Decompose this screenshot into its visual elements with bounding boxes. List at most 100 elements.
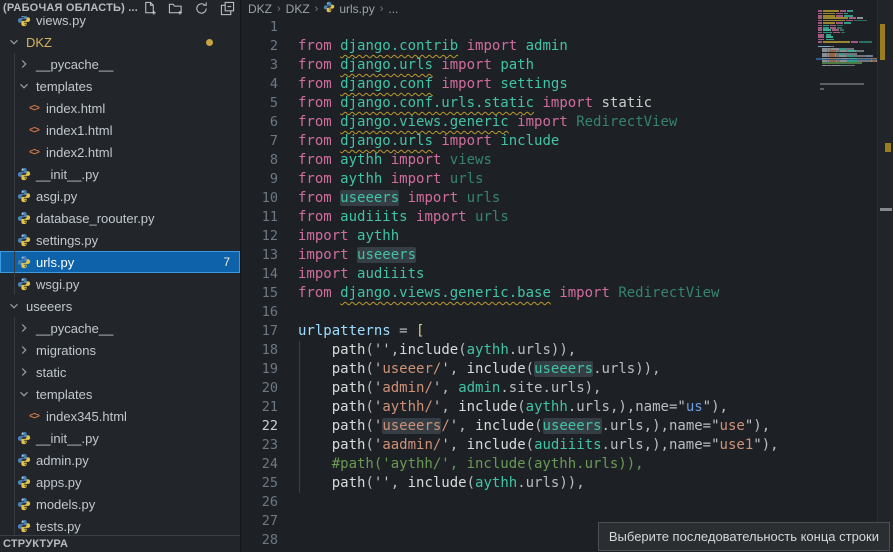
tree-item--init-py[interactable]: __init__.py — [0, 427, 240, 449]
problems-badge: 7 — [223, 255, 230, 269]
code-line-17[interactable]: 17urlpatterns = [ — [241, 322, 819, 341]
tree-item--pycache-[interactable]: __pycache__ — [0, 317, 240, 339]
code-line-7[interactable]: 7from django.urls import include — [241, 132, 819, 151]
tree-item-settings-py[interactable]: settings.py — [0, 229, 240, 251]
code-line-9[interactable]: 9from aythh import urls — [241, 170, 819, 189]
code-line-15[interactable]: 15from django.views.generic.base import … — [241, 284, 819, 303]
code-line-12[interactable]: 12import aythh — [241, 227, 819, 246]
line-number: 15 — [241, 285, 298, 301]
tree-item-templates[interactable]: templates — [0, 75, 240, 97]
python-file-icon — [16, 189, 32, 203]
editor-pane: DKZ›DKZ› urls.py›... 12from django.contr… — [241, 0, 893, 552]
tree-item-wsgi-py[interactable]: wsgi.py — [0, 273, 240, 295]
code-line-26[interactable]: 26 — [241, 493, 819, 512]
scrollbar-overview-ruler[interactable] — [877, 0, 893, 552]
tree-item-index2-html[interactable]: <>index2.html — [0, 141, 240, 163]
minimap-line-mark — [844, 22, 852, 24]
tree-item-tests-py[interactable]: tests.py — [0, 515, 240, 537]
new-folder-icon[interactable] — [166, 0, 184, 16]
code-line-4[interactable]: 4from django.conf import settings — [241, 75, 819, 94]
line-number: 20 — [241, 380, 298, 396]
minimap-line-mark — [851, 41, 857, 43]
tree-item-label: admin.py — [36, 453, 89, 468]
tree-item--init-py[interactable]: __init__.py — [0, 163, 240, 185]
code-line-11[interactable]: 11from audiiits import urls — [241, 208, 819, 227]
code-line-1[interactable]: 1 — [241, 18, 819, 37]
line-number: 27 — [241, 513, 298, 529]
tree-item-label: useeers — [26, 299, 72, 314]
tree-item-models-py[interactable]: models.py — [0, 493, 240, 515]
tree-item-useeers[interactable]: useeers — [0, 295, 240, 317]
breadcrumb-item-dkz[interactable]: DKZ — [286, 2, 310, 16]
tree-item-migrations[interactable]: migrations — [0, 339, 240, 361]
breadcrumb-item-dkz[interactable]: DKZ — [248, 2, 272, 16]
tree-item-index345-html[interactable]: <>index345.html — [0, 405, 240, 427]
code-line-20[interactable]: 20 path('admin/', admin.site.urls), — [241, 379, 819, 398]
python-file-icon — [16, 475, 32, 489]
tree-item-templates[interactable]: templates — [0, 383, 240, 405]
tree-item-dkz[interactable]: DKZ — [0, 31, 240, 53]
indent-guide — [299, 341, 300, 493]
code-line-22[interactable]: 22 path('useeers/', include(useeers.urls… — [241, 417, 819, 436]
tree-item-admin-py[interactable]: admin.py — [0, 449, 240, 471]
html-file-icon: <> — [26, 411, 42, 422]
line-number: 26 — [241, 494, 298, 510]
code-line-text: from aythh import views — [298, 152, 492, 168]
breadcrumb-item--[interactable]: ... — [388, 2, 398, 16]
python-file-icon — [16, 431, 32, 445]
code-line-19[interactable]: 19 path('useeer/', include(useeers.urls)… — [241, 360, 819, 379]
collapse-all-icon[interactable] — [218, 0, 236, 16]
new-file-icon[interactable] — [140, 0, 158, 16]
line-number: 28 — [241, 532, 298, 548]
tree-item-index1-html[interactable]: <>index1.html — [0, 119, 240, 141]
minimap[interactable] — [816, 0, 878, 552]
outline-title: СТРУКТУРА — [0, 538, 68, 550]
line-number: 24 — [241, 456, 298, 472]
minimap-line-mark — [818, 41, 822, 43]
code-line-10[interactable]: 10from useeers import urls — [241, 189, 819, 208]
code-line-8[interactable]: 8from aythh import views — [241, 151, 819, 170]
code-area[interactable]: 12from django.contrib import admin3from … — [241, 18, 819, 550]
tree-item-asgi-py[interactable]: asgi.py — [0, 185, 240, 207]
code-line-16[interactable]: 16 — [241, 303, 819, 322]
python-file-icon — [16, 167, 32, 181]
code-line-text: path('useeer/', include(useeers.urls)), — [298, 361, 661, 377]
line-number: 16 — [241, 304, 298, 320]
code-line-14[interactable]: 14import audiiits — [241, 265, 819, 284]
tree-item--pycache-[interactable]: __pycache__ — [0, 53, 240, 75]
code-line-23[interactable]: 23 path('aadmin/', include(audiiits.urls… — [241, 436, 819, 455]
code-line-24[interactable]: 24 #path('aythh/', include(aythh.urls)), — [241, 455, 819, 474]
tree-item-urls-py[interactable]: urls.py7 — [0, 251, 240, 273]
python-file-icon — [16, 233, 32, 247]
code-line-5[interactable]: 5from django.conf.urls.static import sta… — [241, 94, 819, 113]
tree-item-database-roouter-py[interactable]: database_roouter.py — [0, 207, 240, 229]
tree-item-label: DKZ — [26, 35, 52, 50]
line-number: 9 — [241, 171, 298, 187]
tree-item-label: apps.py — [36, 475, 82, 490]
scroll-mark-icon — [880, 208, 892, 211]
tree-item-apps-py[interactable]: apps.py — [0, 471, 240, 493]
code-line-25[interactable]: 25 path('', include(aythh.urls)), — [241, 474, 819, 493]
tree-item-static[interactable]: static — [0, 361, 240, 383]
tree-item-label: tests.py — [36, 519, 81, 534]
line-number: 10 — [241, 190, 298, 206]
warning-band-icon — [880, 24, 885, 60]
python-file-icon — [16, 277, 32, 291]
code-line-21[interactable]: 21 path('aythh/', include(aythh.urls,),n… — [241, 398, 819, 417]
line-number: 21 — [241, 399, 298, 415]
code-line-18[interactable]: 18 path('',include(aythh.urls)), — [241, 341, 819, 360]
code-line-text: import aythh — [298, 228, 399, 244]
code-line-3[interactable]: 3from django.urls import path — [241, 56, 819, 75]
breadcrumb-item-urls-py[interactable]: urls.py — [323, 1, 374, 16]
code-line-text: #path('aythh/', include(aythh.urls)), — [298, 456, 644, 472]
tree-item-label: templates — [36, 79, 92, 94]
chevron-right-icon — [16, 321, 32, 335]
outline-section-header[interactable]: СТРУКТУРА — [0, 535, 240, 552]
line-number: 6 — [241, 114, 298, 130]
code-line-2[interactable]: 2from django.contrib import admin — [241, 37, 819, 56]
refresh-icon[interactable] — [192, 0, 210, 16]
tree-item-index-html[interactable]: <>index.html — [0, 97, 240, 119]
code-line-13[interactable]: 13import useeers — [241, 246, 819, 265]
code-line-6[interactable]: 6from django.views.generic import Redire… — [241, 113, 819, 132]
line-number: 8 — [241, 152, 298, 168]
